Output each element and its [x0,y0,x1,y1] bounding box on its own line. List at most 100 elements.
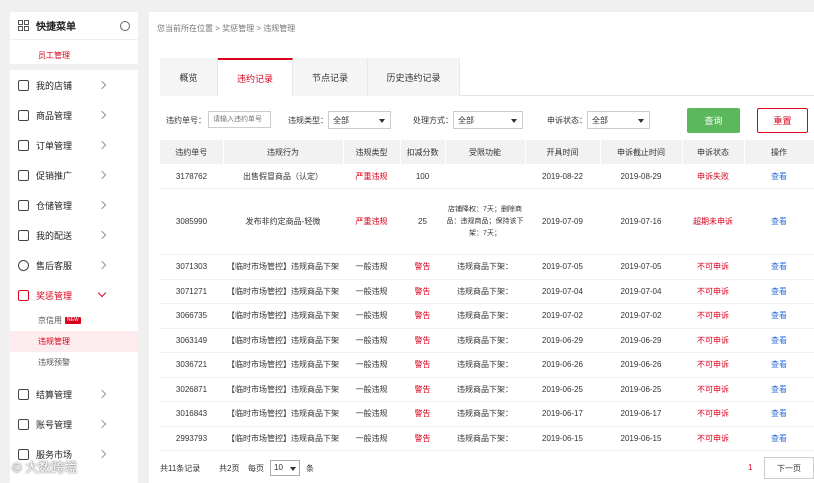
view-link[interactable]: 查看 [744,377,814,402]
appeal-deadline: 2019-07-16 [600,188,682,255]
view-link[interactable]: 查看 [744,426,814,451]
col-appeal-deadline: 申诉截止时间 [600,140,683,164]
restricted-function: 店铺降权：7天；删除商品：违规商品；保持该下架：7天； [445,188,525,255]
next-page-button[interactable]: 下一页 [764,457,814,479]
new-badge: NEW [65,317,81,324]
handle-label: 处理方式： [413,116,453,125]
appeal-label: 申诉状态： [547,116,587,125]
behavior: 出售假冒商品（认定） [223,164,343,189]
order-no: 3016843 [160,401,223,427]
current-page[interactable]: 1 [748,463,752,472]
order-no-input[interactable] [208,111,271,128]
violation-type: 一般违规 [343,352,400,378]
behavior: 【临时市场管控】违规商品下架 [223,254,343,280]
appeal-status: 超期未申诉 [682,188,744,255]
tab-overview[interactable]: 概览 [160,58,218,96]
chevron-right-icon [97,80,107,90]
order-no: 2993793 [160,426,223,451]
behavior: 【临时市场管控】违规商品下架 [223,377,343,402]
truck-icon [18,229,29,241]
view-link[interactable]: 查看 [744,254,814,280]
sidebar-item-warehouse[interactable]: 仓储管理 [10,190,138,220]
sidebar-sub-warning[interactable]: 违规预警 [10,352,138,373]
chevron-right-icon [97,200,107,210]
violation-type: 一般违规 [343,401,400,427]
sidebar-item-products[interactable]: 商品管理 [10,100,138,130]
view-link[interactable]: 查看 [744,164,814,189]
chevron-right-icon [97,230,107,240]
violation-type: 一般违规 [343,279,400,304]
behavior: 【临时市场管控】违规商品下架 [223,426,343,451]
view-link[interactable]: 查看 [744,401,814,427]
warehouse-icon [18,199,29,211]
gear-icon[interactable] [120,20,130,31]
settle-icon [18,388,29,400]
col-deduct: 扣减分数 [400,140,446,164]
col-restricted: 受限功能 [445,140,526,164]
restricted-function: 违规商品下架： [445,279,525,304]
restricted-function [445,164,525,189]
appeal-select[interactable]: 全部 [587,111,650,129]
chevron-right-icon [97,170,107,180]
promo-icon [18,169,29,181]
tab-node-records[interactable]: 节点记录 [293,58,368,96]
issue-time: 2019-06-25 [525,377,600,402]
sidebar-item-promotion[interactable]: 促销推广 [10,160,138,190]
appeal-status: 不可申诉 [682,352,744,378]
appeal-deadline: 2019-07-05 [600,254,682,280]
tab-history-records[interactable]: 历史违约记录 [368,58,460,96]
deduct-score: 警告 [400,426,445,451]
appeal-status: 不可申诉 [682,279,744,304]
sidebar-item-rewards[interactable]: 奖惩管理 [10,280,138,310]
view-link[interactable]: 查看 [744,328,814,353]
type-select[interactable]: 全部 [328,111,391,129]
sidebar-item-settlement[interactable]: 结算管理 [10,379,138,409]
issue-time: 2019-08-22 [525,164,600,189]
view-link[interactable]: 查看 [744,188,814,255]
appeal-status: 不可申诉 [682,254,744,280]
handle-select[interactable]: 全部 [453,111,523,129]
reset-button[interactable]: 重置 [757,108,808,133]
sidebar-item-account[interactable]: 账号管理 [10,409,138,439]
sidebar-item-aftersales[interactable]: 售后客服 [10,250,138,280]
order-no: 3071303 [160,254,223,280]
col-behavior: 违规行为 [223,140,344,164]
table-row: 3036721 【临时市场管控】违规商品下架 一般违规 警告 违规商品下架： 2… [160,352,814,378]
restricted-function: 违规商品下架： [445,377,525,402]
breadcrumb: 您当前所在位置 > 奖惩管理 > 违规管理 [157,24,296,33]
issue-time: 2019-06-29 [525,328,600,353]
sidebar-item-store[interactable]: 我的店铺 [10,70,138,100]
sidebar-sub-violation[interactable]: 违规管理 [10,331,138,352]
appeal-deadline: 2019-07-04 [600,279,682,304]
sidebar-sub-credit[interactable]: 京信用 NEW [10,310,138,331]
store-icon [18,79,29,91]
table-row: 3066735 【临时市场管控】违规商品下架 一般违规 警告 违规商品下架： 2… [160,303,814,329]
table-row: 2993793 【临时市场管控】违规商品下架 一般违规 警告 违规商品下架： 2… [160,426,814,451]
page-size-select[interactable]: 10 [270,460,300,476]
watermark: © 大数跨境 [12,460,78,475]
violation-type: 严重违规 [343,188,400,255]
main-panel: 您当前所在位置 > 奖惩管理 > 违规管理 概览 违约记录 节点记录 历史违约记… [149,12,814,483]
table-row: 3071303 【临时市场管控】违规商品下架 一般违规 警告 违规商品下架： 2… [160,254,814,280]
sidebar-item-orders[interactable]: 订单管理 [10,130,138,160]
grid-icon [18,20,29,31]
tab-violation-records[interactable]: 违约记录 [218,58,293,96]
pinned-shortcut[interactable]: 员工管理 [10,40,138,70]
violation-type: 一般违规 [343,426,400,451]
appeal-status: 不可申诉 [682,377,744,402]
chevron-right-icon [97,419,107,429]
view-link[interactable]: 查看 [744,279,814,304]
sidebar-item-delivery[interactable]: 我的配送 [10,220,138,250]
restricted-function: 违规商品下架： [445,352,525,378]
appeal-deadline: 2019-06-15 [600,426,682,451]
view-link[interactable]: 查看 [744,352,814,378]
type-label: 违规类型： [288,116,328,125]
per-page-unit: 条 [306,464,314,473]
violation-type: 一般违规 [343,254,400,280]
violation-table: 违约单号 违规行为 违规类型 扣减分数 受限功能 开具时间 申诉截止时间 申诉状… [160,140,814,451]
query-button[interactable]: 查询 [687,108,740,133]
order-no: 3085990 [160,188,223,255]
behavior: 【临时市场管控】违规商品下架 [223,401,343,427]
col-appeal-status: 申诉状态 [682,140,745,164]
view-link[interactable]: 查看 [744,303,814,329]
